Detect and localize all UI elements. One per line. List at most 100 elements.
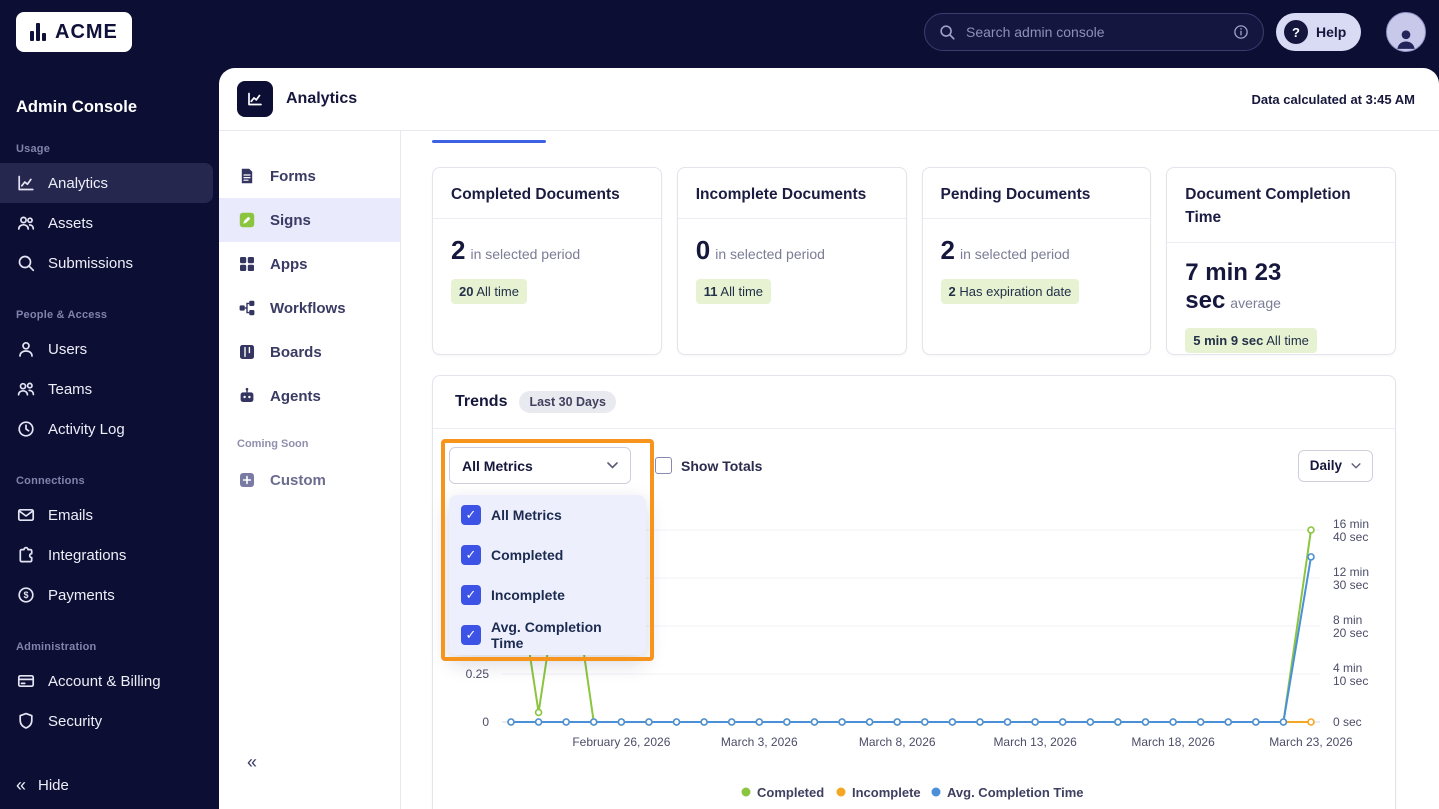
stat-card-incomplete-documents: Incomplete Documents 0 in selected period… <box>676 167 907 355</box>
stat-value: 0 <box>695 235 711 266</box>
sidebar-item-submissions[interactable]: Submissions <box>0 243 213 283</box>
checkbox-checked-icon: ✓ <box>461 545 481 565</box>
shield-icon <box>19 712 33 729</box>
search-icon <box>940 25 955 40</box>
apps-grid-icon <box>240 257 254 271</box>
sidebar-item-teams[interactable]: Teams <box>0 369 213 409</box>
analytics-content: Completed Documents 2 in selected period … <box>432 131 1396 809</box>
show-totals-label: Show Totals <box>681 457 763 474</box>
sidebar-item-analytics[interactable]: Analytics <box>0 163 213 203</box>
metrics-dropdown[interactable]: All Metrics <box>449 447 631 484</box>
svg-text:March 23, 2026: March 23, 2026 <box>1269 735 1353 749</box>
page-header: Analytics Data calculated at 3:45 AM <box>219 68 1439 131</box>
metrics-dropdown-menu: ✓ All Metrics ✓ Completed ✓ Incomplete ✓… <box>449 495 646 655</box>
stat-badge: 5 min 9 sec All time <box>1185 327 1317 353</box>
sidebar-section-people-access: People & Access <box>16 309 108 321</box>
info-icon[interactable] <box>1232 23 1250 41</box>
stat-card-row: Completed Documents 2 in selected period … <box>432 167 1396 355</box>
sidebar-item-activity-log[interactable]: Activity Log <box>0 409 213 449</box>
topbar: ACME ? Help <box>0 0 1439 64</box>
analytics-icon <box>237 81 273 117</box>
forms-icon <box>241 168 253 184</box>
stat-value: 2 <box>940 235 955 266</box>
svg-text:$: $ <box>23 590 28 600</box>
chart-line-icon <box>18 175 34 191</box>
sidebar-item-users[interactable]: Users <box>0 329 213 369</box>
sidebar-item-emails[interactable]: Emails <box>0 495 213 535</box>
sidebar-hide-button[interactable]: « Hide <box>16 765 69 805</box>
trends-header: Trends Last 30 Days <box>433 376 1395 429</box>
product-nav-boards[interactable]: Boards <box>219 330 400 374</box>
question-icon: ? <box>1284 20 1308 44</box>
metrics-option-incomplete[interactable]: ✓ Incomplete <box>449 575 646 615</box>
metrics-dropdown-value: All Metrics <box>462 457 533 474</box>
user-avatar[interactable] <box>1386 12 1426 52</box>
svg-text:30 sec: 30 sec <box>1333 578 1368 592</box>
collapse-icon: « <box>16 775 27 795</box>
sidebar: Admin Console Usage Analytics Assets Sub… <box>0 64 219 809</box>
product-nav-apps[interactable]: Apps <box>219 242 400 286</box>
data-calculated-label: Data calculated at 3:45 AM <box>1251 91 1415 107</box>
svg-text:Completed: Completed <box>757 785 824 800</box>
product-nav-agents[interactable]: Agents <box>219 374 400 418</box>
period-badge: Last 30 Days <box>519 391 616 413</box>
svg-text:March 8, 2026: March 8, 2026 <box>859 735 936 749</box>
chevron-down-icon <box>1351 462 1361 469</box>
svg-text:8 min: 8 min <box>1333 613 1362 627</box>
coming-soon-label: Coming Soon <box>237 438 309 450</box>
active-tab-indicator[interactable] <box>432 140 546 143</box>
product-nav-collapse-button[interactable]: « <box>247 752 257 773</box>
stat-badge: 2 Has expiration date <box>940 279 1080 305</box>
svg-text:16 min: 16 min <box>1333 517 1369 531</box>
product-nav-forms[interactable]: Forms <box>219 154 400 198</box>
sidebar-item-assets[interactable]: Assets <box>0 203 213 243</box>
sidebar-section-connections: Connections <box>16 475 85 487</box>
magnifier-icon <box>18 255 35 272</box>
signs-icon <box>239 212 255 228</box>
sidebar-section-administration: Administration <box>16 641 97 653</box>
svg-text:0.25: 0.25 <box>466 667 490 681</box>
stat-card-completion-time: Document Completion Time 7 min 23 sec ave… <box>1166 167 1396 355</box>
checkbox-checked-icon: ✓ <box>461 625 481 645</box>
metrics-option-completed[interactable]: ✓ Completed <box>449 535 646 575</box>
sidebar-item-security[interactable]: Security <box>0 701 213 741</box>
chevron-down-icon <box>607 462 618 469</box>
interval-dropdown[interactable]: Daily <box>1297 449 1373 482</box>
trends-title: Trends <box>455 393 508 410</box>
sidebar-item-integrations[interactable]: Integrations <box>0 535 213 575</box>
acme-logo-text: ACME <box>55 20 118 43</box>
workflow-icon <box>239 300 255 316</box>
search-input[interactable] <box>966 24 1222 40</box>
svg-text:0: 0 <box>482 715 489 729</box>
teams-icon <box>17 382 35 396</box>
sidebar-item-account-billing[interactable]: Account & Billing <box>0 661 213 701</box>
svg-text:February 26, 2026: February 26, 2026 <box>572 735 670 749</box>
show-totals-toggle[interactable]: Show Totals <box>655 457 762 474</box>
product-nav: Forms Signs Apps Workflows Boards Agents… <box>219 131 401 809</box>
metrics-option-all-metrics[interactable]: ✓ All Metrics <box>449 495 646 535</box>
svg-text:40 sec: 40 sec <box>1333 530 1368 544</box>
product-nav-signs[interactable]: Signs <box>219 198 400 242</box>
page-title: Analytics <box>286 90 358 107</box>
svg-text:12 min: 12 min <box>1333 565 1369 579</box>
svg-text:20 sec: 20 sec <box>1333 626 1368 640</box>
main-panel: Analytics Data calculated at 3:45 AM For… <box>219 68 1439 809</box>
stat-badge: 11 All time <box>695 279 772 305</box>
sidebar-item-payments[interactable]: $ Payments <box>0 575 213 615</box>
svg-text:0 sec: 0 sec <box>1333 715 1362 729</box>
product-nav-workflows[interactable]: Workflows <box>219 286 400 330</box>
trends-controls: All Metrics Show Totals Daily <box>433 429 1395 484</box>
person-icon <box>1397 30 1415 49</box>
checkbox-unchecked-icon <box>655 457 672 474</box>
sidebar-title: Admin Console <box>16 98 138 116</box>
help-button[interactable]: ? Help <box>1276 13 1362 51</box>
acme-logo[interactable]: ACME <box>16 12 132 52</box>
admin-search <box>924 13 1264 51</box>
svg-text:March 18, 2026: March 18, 2026 <box>1131 735 1215 749</box>
metrics-option-avg-completion-time[interactable]: ✓ Avg. Completion Time <box>449 615 646 655</box>
stat-value: 2 <box>451 235 466 266</box>
svg-text:Incomplete: Incomplete <box>852 785 921 800</box>
product-nav-custom: Custom <box>219 458 400 502</box>
svg-text:March 13, 2026: March 13, 2026 <box>993 735 1077 749</box>
robot-icon <box>240 387 254 402</box>
